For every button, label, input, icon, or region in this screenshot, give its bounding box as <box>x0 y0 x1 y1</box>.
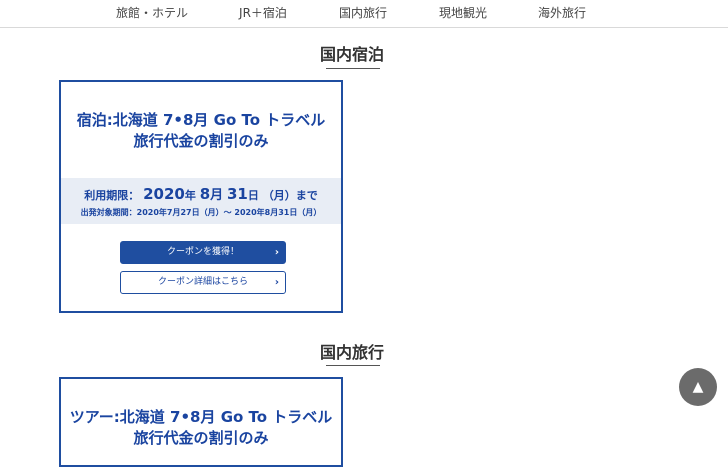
scroll-to-top-button[interactable]: ▲ <box>679 368 717 406</box>
departure-period: 出発対象期間：2020年7月27日（月）～ 2020年8月31日（月） <box>80 208 322 217</box>
section-title-underline <box>326 365 380 366</box>
validity-period-band: 利用期限： 2020年 8月 31日 （月）まで 出発対象期間：2020年7月2… <box>61 178 341 224</box>
chevron-right-icon: › <box>274 247 279 258</box>
nav-item-hotels[interactable]: 旅館・ホテル <box>116 4 188 21</box>
validity-month-suffix: 月 <box>210 188 224 203</box>
validity-day: 31 <box>227 185 248 203</box>
coupon-details-button[interactable]: クーポン詳細はこちら › <box>120 271 286 294</box>
nav-item-local-sightseeing[interactable]: 現地観光 <box>439 4 487 21</box>
top-navigation: 旅館・ホテル JR＋宿泊 国内旅行 現地観光 海外旅行 <box>0 0 728 28</box>
section-title-domestic-stay: 国内宿泊 <box>319 45 384 64</box>
nav-item-overseas-travel[interactable]: 海外旅行 <box>538 4 586 21</box>
coupon-title: ツアー:北海道 7•8月 Go To トラベル 旅行代金の割引のみ <box>61 407 341 449</box>
validity-period: 利用期限： 2020年 8月 31日 （月）まで <box>61 184 341 203</box>
get-coupon-button[interactable]: クーポンを獲得！ › <box>120 241 286 264</box>
validity-month: 8 <box>199 185 211 203</box>
nav-item-jr-stay[interactable]: JR＋宿泊 <box>239 4 287 21</box>
validity-year: 2020 <box>143 185 185 203</box>
chevron-right-icon: › <box>274 277 279 288</box>
section-title-underline <box>326 68 380 69</box>
arrow-up-icon: ▲ <box>692 379 704 395</box>
coupon-title-line2: 旅行代金の割引のみ <box>133 132 269 150</box>
validity-day-suffix: 日 <box>247 189 259 202</box>
validity-label: 利用期限： <box>84 189 140 202</box>
coupon-card-stay: 宿泊:北海道 7•8月 Go To トラベル 旅行代金の割引のみ 利用期限： 2… <box>59 80 343 313</box>
section-title-domestic-travel: 国内旅行 <box>319 343 384 362</box>
coupon-title: 宿泊:北海道 7•8月 Go To トラベル 旅行代金の割引のみ <box>61 110 341 152</box>
coupon-details-label: クーポン詳細はこちら <box>157 277 248 287</box>
coupon-title-line2: 旅行代金の割引のみ <box>133 429 269 447</box>
coupon-title-line1: ツアー:北海道 7•8月 Go To トラベル <box>69 408 333 426</box>
validity-year-suffix: 年 <box>184 189 196 202</box>
coupon-title-line1: 宿泊:北海道 7•8月 Go To トラベル <box>76 111 326 129</box>
nav-item-domestic-travel[interactable]: 国内旅行 <box>339 4 387 21</box>
validity-weekday: （月）まで <box>262 189 318 202</box>
get-coupon-label: クーポンを獲得！ <box>166 247 239 257</box>
coupon-card-tour: ツアー:北海道 7•8月 Go To トラベル 旅行代金の割引のみ <box>59 377 343 467</box>
